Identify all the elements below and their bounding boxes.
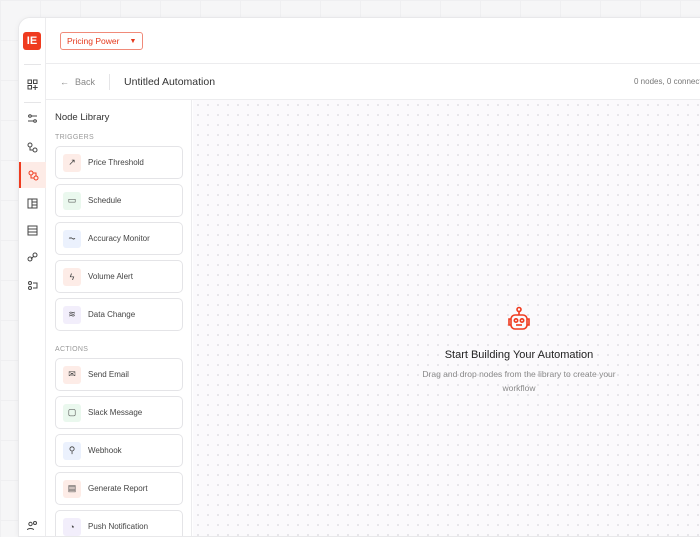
webhook-icon: ⚲	[63, 441, 81, 460]
link-icon[interactable]	[19, 244, 46, 270]
node-label: Data Change	[88, 310, 136, 319]
actions-heading: ACTIONS	[55, 346, 89, 353]
activity-icon: ⏦	[63, 229, 81, 248]
node-label: Push Notification	[88, 522, 149, 531]
node-volume-alert[interactable]: ϟ Volume Alert	[55, 260, 183, 293]
message-icon: ▢	[63, 403, 81, 422]
node-accuracy-monitor[interactable]: ⏦ Accuracy Monitor	[55, 222, 183, 255]
arrow-left-icon: ←	[60, 76, 69, 87]
integration-icon[interactable]	[19, 272, 46, 298]
node-label: Generate Report	[88, 484, 148, 493]
workflow-canvas[interactable]: Start Building Your Automation Drag and …	[193, 100, 700, 536]
automation-icon[interactable]	[19, 162, 46, 188]
node-label: Accuracy Monitor	[88, 234, 150, 243]
top-bar: Pricing Power ▼	[46, 18, 700, 64]
node-send-email[interactable]: ✉ Send Email	[55, 358, 183, 391]
library-title: Node Library	[55, 112, 110, 123]
divider	[24, 102, 41, 103]
caret-down-icon: ▼	[129, 37, 137, 45]
file-icon: ▤	[63, 479, 81, 498]
bell-icon: ◔	[63, 517, 81, 536]
trend-up-icon: ↗	[63, 153, 81, 172]
automation-title[interactable]: Untitled Automation	[124, 76, 215, 88]
empty-title: Start Building Your Automation	[444, 349, 594, 361]
node-price-threshold[interactable]: ↗ Price Threshold	[55, 146, 183, 179]
node-label: Send Email	[88, 370, 129, 379]
bolt-icon: ϟ	[63, 267, 81, 286]
mail-icon: ✉	[63, 365, 81, 384]
node-data-change[interactable]: ≋ Data Change	[55, 298, 183, 331]
route-icon[interactable]	[19, 134, 46, 160]
robot-icon	[508, 306, 530, 330]
empty-state: Start Building Your Automation Drag and …	[409, 306, 629, 395]
node-label: Webhook	[88, 446, 122, 455]
divider	[24, 64, 41, 65]
node-schedule[interactable]: ▭ Schedule	[55, 184, 183, 217]
layout-icon[interactable]	[19, 190, 46, 216]
app-window: IE Pricing Power ▼ ← Back Untitled Automat…	[18, 17, 700, 537]
node-label: Price Threshold	[88, 158, 144, 167]
node-library: Node Library TRIGGERS ↗ Price Threshold ▭ S…	[46, 100, 192, 536]
table-icon[interactable]	[19, 217, 46, 243]
empty-text: Drag and drop nodes from the library to …	[422, 369, 616, 393]
triggers-heading: TRIGGERS	[55, 134, 94, 141]
node-label: Volume Alert	[88, 272, 133, 281]
icon-rail: IE	[19, 18, 46, 536]
database-icon: ≋	[63, 305, 81, 324]
workspace-label: Pricing Power	[67, 36, 120, 46]
calendar-icon: ▭	[63, 191, 81, 210]
sliders-icon[interactable]	[19, 105, 46, 131]
workspace-selector[interactable]: Pricing Power ▼	[60, 32, 144, 50]
stats-text: 0 nodes, 0 connections	[634, 77, 700, 86]
node-label: Schedule	[88, 196, 122, 205]
node-slack-message[interactable]: ▢ Slack Message	[55, 396, 183, 429]
node-push-notification[interactable]: ◔ Push Notification	[55, 510, 183, 536]
apps-icon[interactable]	[19, 71, 46, 97]
back-button[interactable]: ← Back	[60, 73, 111, 90]
app-logo: IE	[23, 32, 41, 50]
node-label: Slack Message	[88, 408, 143, 417]
automation-header: ← Back Untitled Automation 0 nodes, 0 con…	[46, 64, 700, 100]
node-webhook[interactable]: ⚲ Webhook	[55, 434, 183, 467]
back-label: Back	[75, 76, 96, 87]
node-generate-report[interactable]: ▤ Generate Report	[55, 472, 183, 505]
